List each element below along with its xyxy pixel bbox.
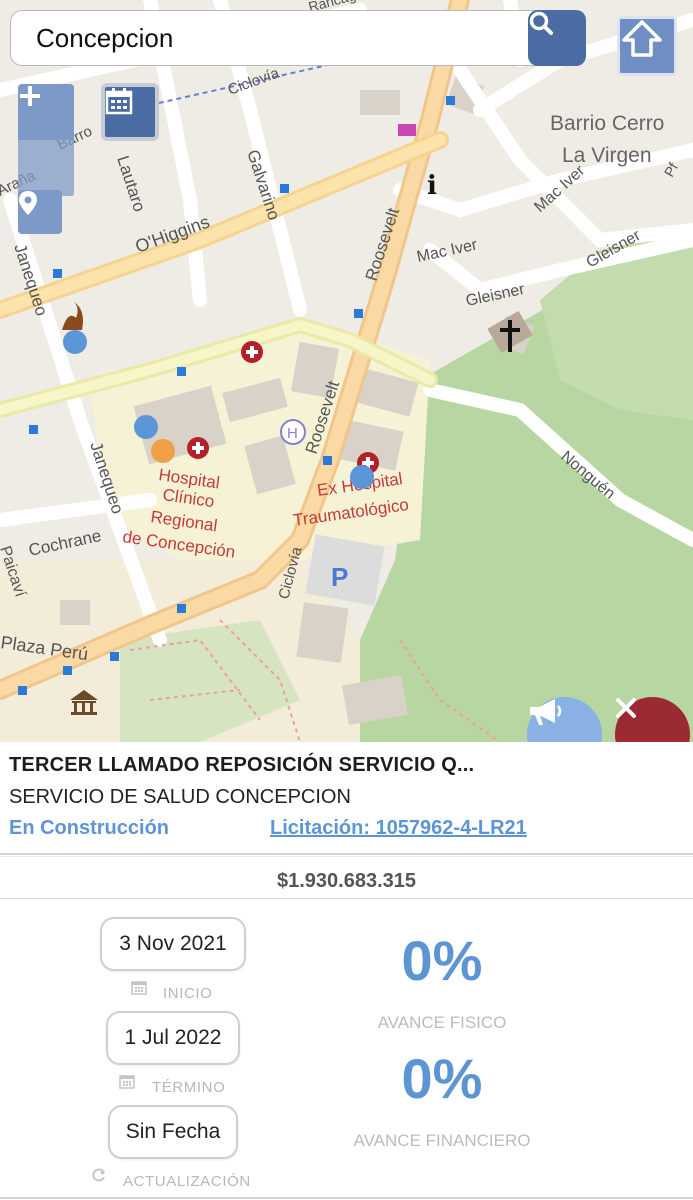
minus-icon xyxy=(20,94,40,98)
project-marker[interactable] xyxy=(134,415,158,439)
calendar-filter-button[interactable] xyxy=(101,83,159,141)
home-button[interactable] xyxy=(617,16,677,76)
project-marker[interactable] xyxy=(63,330,87,354)
search-bar xyxy=(10,10,586,66)
financial-progress-label: AVANCE FINANCIERO xyxy=(353,1131,531,1150)
calendar-icon xyxy=(119,1075,135,1089)
svg-text:Barrio Cerro: Barrio Cerro xyxy=(550,112,664,135)
locate-button[interactable] xyxy=(18,190,62,234)
svg-text:H: H xyxy=(287,425,298,442)
location-pin-icon xyxy=(19,191,37,215)
calendar-icon xyxy=(131,981,147,995)
update-date-box: Sin Fecha xyxy=(108,1105,238,1159)
divider xyxy=(0,1197,693,1199)
licitacion-link[interactable]: Licitación: 1057962-4-LR21 xyxy=(270,817,527,840)
divider xyxy=(0,853,693,855)
start-date-label: INICIO xyxy=(163,985,213,1002)
physical-progress-label: AVANCE FISICO xyxy=(377,1013,507,1032)
search-input[interactable] xyxy=(10,10,540,66)
update-date-label: ACTUALIZACIÓN xyxy=(123,1173,251,1190)
project-info-panel: TERCER LLAMADO REPOSICIÓN SERVICIO Q... … xyxy=(0,742,693,1200)
search-button[interactable] xyxy=(528,10,586,66)
physical-progress-value: 0% xyxy=(401,929,483,992)
megaphone-icon xyxy=(530,699,562,725)
project-title: TERCER LLAMADO REPOSICIÓN SERVICIO Q... xyxy=(9,754,475,776)
start-date-box: 3 Nov 2021 xyxy=(100,917,246,971)
project-marker-selected[interactable] xyxy=(151,439,175,463)
end-date-box: 1 Jul 2022 xyxy=(106,1011,240,1065)
home-icon xyxy=(622,20,662,57)
divider xyxy=(0,898,693,899)
divider xyxy=(0,856,693,857)
map-view[interactable]: H i P Barrio Cerro La Virgen Mac Iver Ma… xyxy=(0,0,693,742)
project-amount: $1.930.683.315 xyxy=(276,870,417,892)
svg-text:i: i xyxy=(427,171,437,201)
calendar-icon xyxy=(105,88,133,115)
close-icon xyxy=(616,698,636,718)
end-date-label: TÉRMINO xyxy=(152,1079,226,1096)
refresh-icon xyxy=(92,1168,105,1182)
zoom-control xyxy=(18,84,74,196)
financial-progress-value: 0% xyxy=(401,1047,483,1110)
svg-text:P: P xyxy=(331,562,348,592)
project-institution: SERVICIO DE SALUD CONCEPCION xyxy=(9,786,351,808)
project-marker[interactable] xyxy=(350,465,374,489)
search-icon xyxy=(529,11,553,35)
project-status: En Construcción xyxy=(9,817,170,839)
zoom-out-button[interactable] xyxy=(18,94,74,196)
